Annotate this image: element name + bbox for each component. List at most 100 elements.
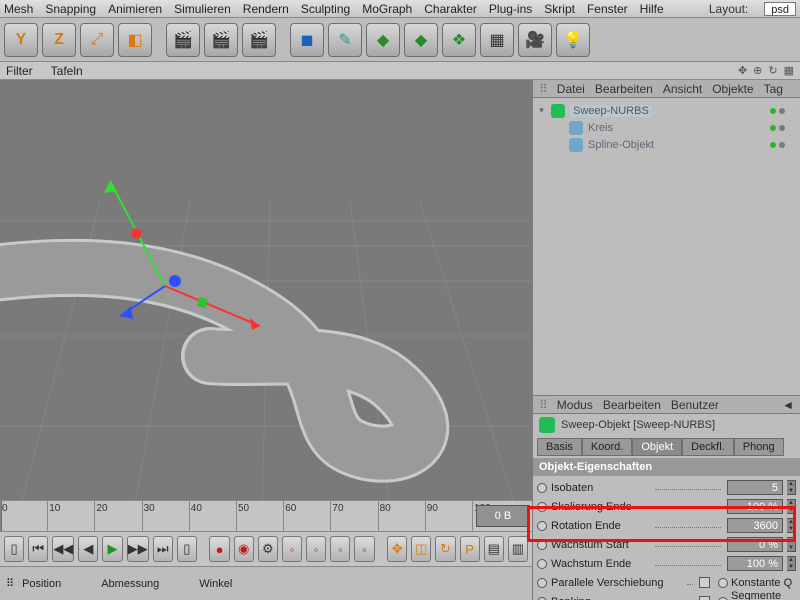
prop-value-input[interactable]: 3600 — [727, 518, 783, 533]
axis-y-button[interactable]: Y — [4, 23, 38, 57]
disclosure-icon[interactable] — [555, 123, 564, 132]
menu-animieren[interactable]: Animieren — [108, 2, 162, 16]
play-back-icon[interactable]: ◀ — [78, 536, 98, 562]
om-ansicht[interactable]: Ansicht — [663, 82, 702, 96]
deformer-icon[interactable]: ❖ — [442, 23, 476, 57]
go-prevkey-icon[interactable]: ◀◀ — [52, 536, 74, 562]
go-start-icon[interactable]: ⏮ — [28, 536, 48, 562]
menu-mesh[interactable]: Mesh — [4, 2, 33, 16]
p-icon[interactable]: P — [460, 536, 480, 562]
visibility-dot[interactable] — [770, 142, 776, 148]
tab-koord[interactable]: Koord. — [582, 438, 632, 456]
menu-hilfe[interactable]: Hilfe — [640, 2, 664, 16]
go-end-icon[interactable]: ⏭ — [153, 536, 173, 562]
stepper-icon[interactable]: ▲▼ — [787, 556, 796, 571]
anim-radio-icon[interactable] — [718, 578, 728, 588]
om-item-spline-objekt[interactable]: Spline-Objekt — [537, 136, 796, 153]
nav-back-icon[interactable]: ◄ — [782, 398, 794, 412]
menu-simulieren[interactable]: Simulieren — [174, 2, 231, 16]
spline-pen-icon[interactable]: ✎ — [328, 23, 362, 57]
tab-objekt[interactable]: Objekt — [632, 438, 682, 456]
viewport-layout-icon[interactable]: ▦ — [784, 64, 794, 77]
render-region-icon[interactable]: 🎬 — [204, 23, 238, 57]
menu-mograph[interactable]: MoGraph — [362, 2, 412, 16]
stepper-icon[interactable]: ▲▼ — [787, 518, 796, 533]
key-pos-icon[interactable]: ◦ — [282, 536, 302, 562]
array-icon[interactable]: ◆ — [404, 23, 438, 57]
tab-basis[interactable]: Basis — [537, 438, 582, 456]
nurbs-icon[interactable]: ◆ — [366, 23, 400, 57]
viewport-3d[interactable] — [0, 80, 532, 500]
om-bearbeiten[interactable]: Bearbeiten — [595, 82, 653, 96]
anim-radio-icon[interactable] — [537, 540, 547, 550]
record-icon[interactable]: ● — [209, 536, 229, 562]
stepper-icon[interactable]: ▲▼ — [787, 499, 796, 514]
menu-rendern[interactable]: Rendern — [243, 2, 289, 16]
prop-value-input[interactable]: 5 — [727, 480, 783, 495]
om-item-kreis[interactable]: Kreis — [537, 119, 796, 136]
anim-radio-icon[interactable] — [537, 483, 547, 493]
tab-phong[interactable]: Phong — [734, 438, 784, 456]
anim-radio-icon[interactable] — [537, 521, 547, 531]
environment-icon[interactable]: ▦ — [480, 23, 514, 57]
key-scale-icon[interactable]: ◦ — [306, 536, 326, 562]
menu-sculpting[interactable]: Sculpting — [301, 2, 350, 16]
menu-snapping[interactable]: Snapping — [45, 2, 96, 16]
cube-icon[interactable]: ◧ — [118, 23, 152, 57]
menu-charakter[interactable]: Charakter — [424, 2, 477, 16]
checkbox[interactable]: ✓ — [699, 596, 710, 600]
stepper-icon[interactable]: ▲▼ — [787, 480, 796, 495]
layout-selector[interactable]: psd — [764, 2, 796, 16]
move-tool-icon[interactable]: ✥ — [387, 536, 407, 562]
prop-value-input[interactable]: 100 % — [727, 499, 783, 514]
field-start-icon[interactable]: ▯ — [4, 536, 24, 562]
extra1-icon[interactable]: ▤ — [484, 536, 504, 562]
extra2-icon[interactable]: ▥ — [508, 536, 528, 562]
checkbox[interactable] — [699, 577, 710, 588]
viewport-zoom-icon[interactable]: ⊕ — [753, 64, 762, 77]
key-param-icon[interactable]: ◦ — [354, 536, 374, 562]
light-icon[interactable]: 💡 — [556, 23, 590, 57]
go-nextkey-icon[interactable]: ▶▶ — [127, 536, 149, 562]
filter-menu[interactable]: Filter — [6, 64, 33, 78]
visibility-dot[interactable] — [779, 142, 785, 148]
scale-icon[interactable]: ⤢ — [80, 23, 114, 57]
rotate-tool-icon[interactable]: ↻ — [435, 536, 455, 562]
prop-value-input[interactable]: 100 % — [727, 556, 783, 571]
camera-icon[interactable]: 🎥 — [518, 23, 552, 57]
anim-radio-icon[interactable] — [537, 559, 547, 569]
object-manager-tree[interactable]: ▾Sweep-NURBSKreisSpline-Objekt — [533, 98, 800, 396]
visibility-dot[interactable] — [779, 108, 785, 114]
disclosure-icon[interactable] — [555, 140, 564, 149]
play-icon[interactable]: ▶ — [102, 536, 122, 562]
render-clapper-icon[interactable]: 🎬 — [166, 23, 200, 57]
viewport-nav-icon[interactable]: ✥ — [738, 64, 747, 77]
prop-value-input[interactable]: 0 % — [727, 537, 783, 552]
disclosure-icon[interactable]: ▾ — [537, 106, 546, 115]
tab-deckfl[interactable]: Deckfl. — [682, 438, 734, 456]
visibility-dot[interactable] — [779, 125, 785, 131]
visibility-dot[interactable] — [770, 125, 776, 131]
viewport-rotate-icon[interactable]: ↻ — [768, 64, 777, 77]
stepper-icon[interactable]: ▲▼ — [787, 537, 796, 552]
axis-z-button[interactable]: Z — [42, 23, 76, 57]
key-rot-icon[interactable]: ◦ — [330, 536, 350, 562]
menu-fenster[interactable]: Fenster — [587, 2, 628, 16]
anim-radio-icon[interactable] — [537, 502, 547, 512]
tafeln-menu[interactable]: Tafeln — [51, 64, 83, 78]
anim-radio-icon[interactable] — [537, 597, 547, 600]
visibility-dot[interactable] — [770, 108, 776, 114]
menu-plugins[interactable]: Plug-ins — [489, 2, 532, 16]
timeline-current-frame[interactable]: 0 B — [476, 505, 530, 527]
om-tags[interactable]: Tag — [764, 82, 783, 96]
am-bearbeiten[interactable]: Bearbeiten — [603, 398, 661, 412]
anim-radio-icon[interactable] — [537, 578, 547, 588]
am-modus[interactable]: Modus — [557, 398, 593, 412]
menu-skript[interactable]: Skript — [544, 2, 575, 16]
keyselect-icon[interactable]: ⚙ — [258, 536, 278, 562]
om-objekte[interactable]: Objekte — [712, 82, 753, 96]
autokey-icon[interactable]: ◉ — [234, 536, 254, 562]
anim-radio-icon[interactable] — [718, 597, 728, 600]
am-benutzer[interactable]: Benutzer — [671, 398, 719, 412]
primitive-cube-icon[interactable]: ◼ — [290, 23, 324, 57]
